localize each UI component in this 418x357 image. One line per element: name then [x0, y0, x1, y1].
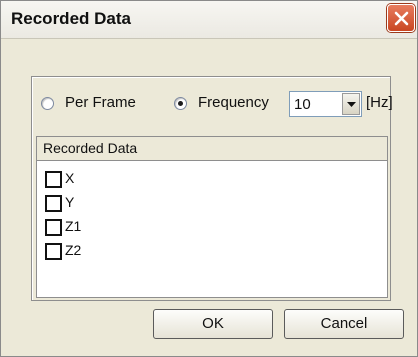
item-label-x: X — [65, 170, 75, 186]
checkbox-y[interactable] — [45, 195, 62, 212]
sampling-options: Per Frame Frequency 10 [Hz] — [41, 91, 393, 119]
close-icon — [394, 11, 409, 26]
radio-button-per-frame[interactable] — [41, 97, 54, 110]
item-label-z1: Z1 — [65, 218, 82, 234]
item-label-z2: Z2 — [65, 242, 82, 258]
radio-button-frequency[interactable] — [174, 97, 187, 110]
dropdown-button[interactable] — [342, 93, 360, 115]
list-item-x[interactable]: X — [45, 169, 345, 191]
chevron-down-icon — [347, 102, 356, 107]
checkbox-z2[interactable] — [45, 243, 62, 260]
recorded-data-list[interactable]: Recorded Data X Y Z1 Z2 — [36, 136, 388, 298]
frequency-dropdown[interactable]: 10 — [289, 91, 362, 117]
unit-label: [Hz] — [366, 94, 393, 111]
frequency-value: 10 — [294, 96, 311, 113]
item-label-y: Y — [65, 194, 75, 210]
list-header[interactable]: Recorded Data — [37, 137, 387, 161]
close-button[interactable] — [387, 4, 415, 32]
list-header-label: Recorded Data — [43, 140, 138, 156]
list-item-y[interactable]: Y — [45, 193, 345, 215]
list-item-z1[interactable]: Z1 — [45, 217, 345, 239]
title-bar[interactable]: Recorded Data — [1, 1, 417, 39]
frequency-label: Frequency — [198, 94, 269, 111]
window-title: Recorded Data — [11, 9, 131, 28]
per-frame-label: Per Frame — [65, 94, 136, 111]
checkbox-z1[interactable] — [45, 219, 62, 236]
list-item-z2[interactable]: Z2 — [45, 241, 345, 263]
recorded-data-dialog: Recorded Data Per Frame Frequency 10 [Hz… — [0, 0, 418, 357]
ok-button[interactable]: OK — [153, 309, 273, 339]
cancel-button[interactable]: Cancel — [284, 309, 404, 339]
checkbox-x[interactable] — [45, 171, 62, 188]
